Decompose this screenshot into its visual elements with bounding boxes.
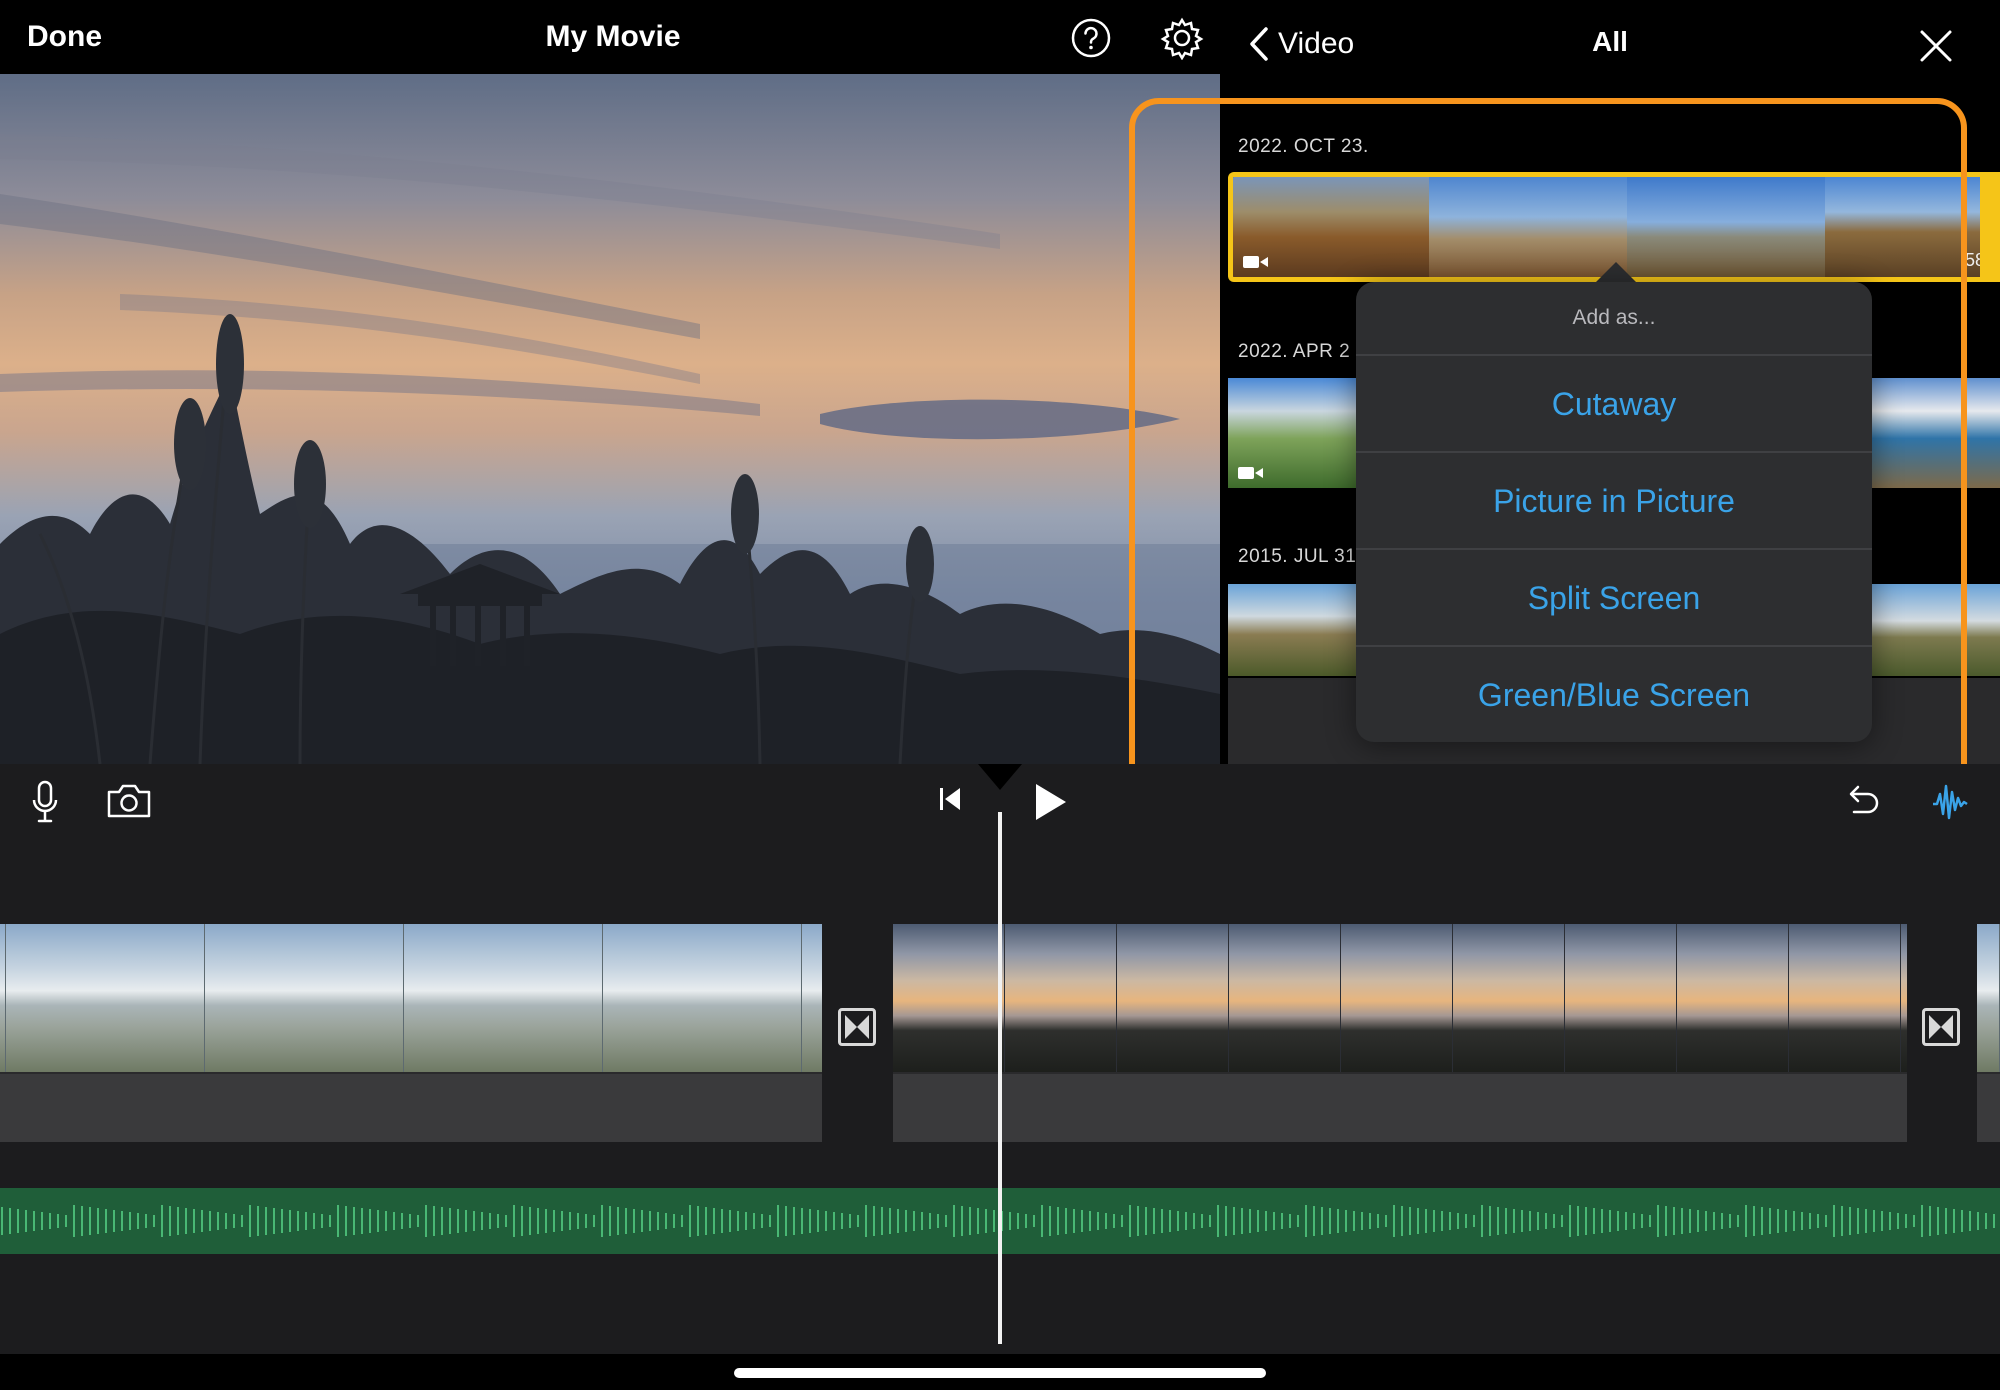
browser-title: All <box>1592 26 1628 57</box>
popover-header: Add as... <box>1572 306 1656 329</box>
green-blue-screen-option[interactable]: Green/Blue Screen <box>1356 645 1872 742</box>
waveform-icon[interactable] <box>1932 782 1968 822</box>
cutaway-option[interactable]: Cutaway <box>1356 354 1872 451</box>
close-icon[interactable] <box>1916 26 1956 66</box>
section-date: 2022. OCT 23. <box>1238 136 1369 157</box>
popover-arrow <box>1594 262 1638 284</box>
microphone-icon[interactable] <box>30 780 60 824</box>
gear-icon[interactable] <box>1160 16 1204 60</box>
skip-to-start-icon[interactable] <box>938 786 962 812</box>
movie-title: My Movie <box>545 20 681 53</box>
playhead <box>998 812 1002 1344</box>
clip-thumbnail <box>1627 177 1825 277</box>
selection-handle[interactable] <box>1980 172 2000 282</box>
timeline-clip[interactable] <box>0 924 822 1142</box>
playhead-notch <box>978 764 1022 790</box>
video-preview[interactable] <box>0 74 1220 764</box>
transition-icon[interactable] <box>1922 1008 1960 1046</box>
clip-thumbnail <box>1872 378 2000 488</box>
undo-icon[interactable] <box>1842 780 1882 820</box>
picture-in-picture-option[interactable]: Picture in Picture <box>1356 451 1872 548</box>
video-camera-icon <box>1238 467 1263 479</box>
play-icon[interactable] <box>1034 782 1068 822</box>
top-bar: Done My Movie <box>0 0 1220 74</box>
camera-icon[interactable] <box>106 782 152 820</box>
video-camera-icon <box>1243 256 1268 268</box>
timeline-clip[interactable] <box>1977 924 2000 1142</box>
section-date: 2015. JUL 31 <box>1238 546 1357 567</box>
clip-thumbnail <box>1872 584 2000 676</box>
home-indicator[interactable] <box>734 1368 1266 1378</box>
section-date: 2022. APR 2 <box>1238 341 1351 362</box>
preview-scene <box>0 134 1220 764</box>
split-screen-option[interactable]: Split Screen <box>1356 548 1872 645</box>
clip-thumbnail <box>1228 584 1356 676</box>
question-circle-icon[interactable] <box>1070 17 1112 59</box>
timeline-clip[interactable] <box>893 924 1907 1142</box>
transition-icon[interactable] <box>838 1008 876 1046</box>
browser-header: Video All <box>1220 0 2000 86</box>
add-as-popover: Add as... Cutaway Picture in Picture Spl… <box>1356 282 1872 742</box>
